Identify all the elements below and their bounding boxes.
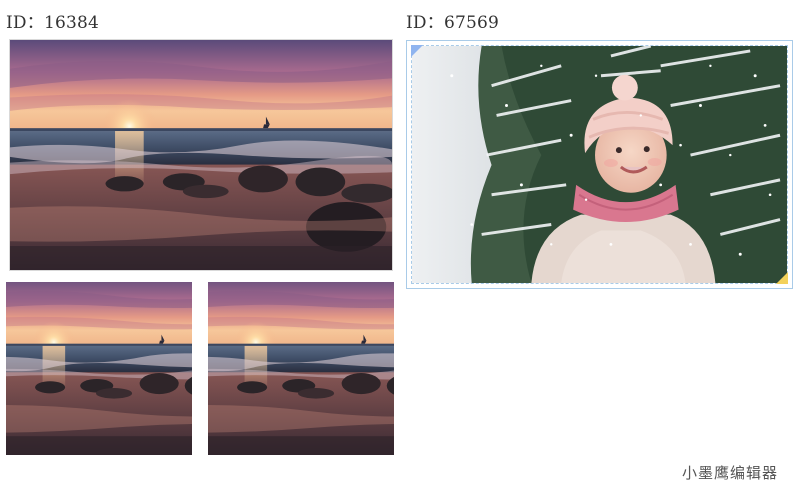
sunset-beach-photo-main[interactable] bbox=[10, 40, 392, 270]
left-id-label: ID：16384 bbox=[6, 13, 100, 33]
sunset-beach-photo-small-1[interactable] bbox=[6, 282, 192, 455]
frame-corner-decoration-bottom-right bbox=[776, 272, 788, 284]
right-id-label: ID：67569 bbox=[406, 13, 500, 33]
winter-photo-frame[interactable] bbox=[406, 40, 793, 289]
sunset-beach-photo-small-2[interactable] bbox=[208, 282, 394, 455]
frame-corner-decoration-top-left bbox=[411, 45, 423, 57]
editor-watermark: 小墨鹰编辑器 bbox=[681, 464, 778, 482]
winter-child-photo[interactable] bbox=[411, 45, 788, 284]
